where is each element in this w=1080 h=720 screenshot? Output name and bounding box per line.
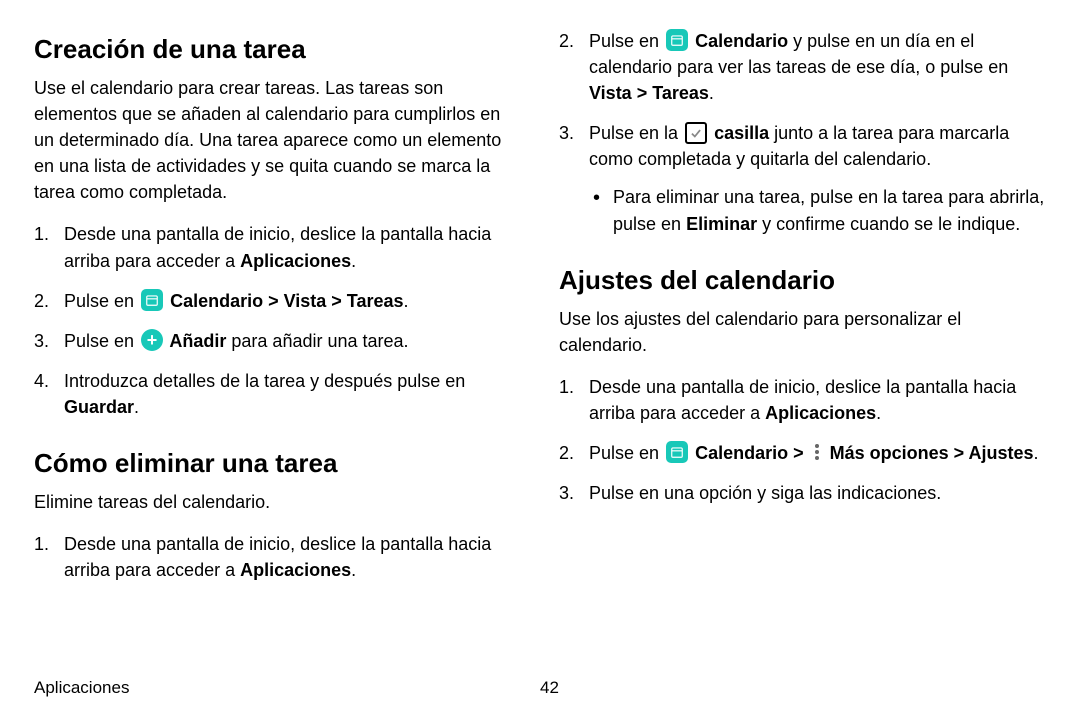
calendar-icon	[666, 441, 688, 463]
calendar-icon	[666, 29, 688, 51]
footer-section-label: Aplicaciones	[34, 678, 540, 698]
step-2: Pulse en Calendario > Más opciones > Aju…	[559, 440, 1046, 466]
step-1: Desde una pantalla de inicio, deslice la…	[34, 221, 521, 273]
substep-1: Para eliminar una tarea, pulse en la tar…	[589, 184, 1046, 236]
step-1: Desde una pantalla de inicio, deslice la…	[559, 374, 1046, 426]
calendar-icon	[141, 289, 163, 311]
step-2: Pulse en Calendario > Vista > Tareas.	[34, 288, 521, 314]
section-create-task: Creación de una tarea Use el calendario …	[34, 34, 521, 420]
step-3: Pulse en + Añadir para añadir una tarea.	[34, 328, 521, 354]
more-options-icon	[811, 441, 823, 463]
add-icon: +	[141, 329, 163, 351]
section-calendar-settings: Ajustes del calendario Use los ajustes d…	[559, 265, 1046, 507]
section-delete-task: Cómo eliminar una tarea Elimine tareas d…	[34, 448, 521, 583]
heading-calendar-settings: Ajustes del calendario	[559, 265, 1046, 296]
step-4: Introduzca detalles de la tarea y despué…	[34, 368, 521, 420]
heading-create-task: Creación de una tarea	[34, 34, 521, 65]
step-3: Pulse en la casilla junto a la tarea par…	[559, 120, 1046, 236]
steps-delete-task-part2: Pulse en Calendario y pulse en un día en…	[559, 28, 1046, 237]
footer-page-number: 42	[540, 678, 559, 698]
checkbox-icon	[685, 122, 707, 144]
substeps: Para eliminar una tarea, pulse en la tar…	[589, 184, 1046, 236]
heading-delete-task: Cómo eliminar una tarea	[34, 448, 521, 479]
intro-calendar-settings: Use los ajustes del calendario para pers…	[559, 306, 1046, 358]
intro-delete-task: Elimine tareas del calendario.	[34, 489, 521, 515]
step-3: Pulse en una opción y siga las indicacio…	[559, 480, 1046, 506]
steps-create-task: Desde una pantalla de inicio, deslice la…	[34, 221, 521, 420]
steps-calendar-settings: Desde una pantalla de inicio, deslice la…	[559, 374, 1046, 506]
page-footer: Aplicaciones 42	[34, 678, 1046, 698]
step-1: Desde una pantalla de inicio, deslice la…	[34, 531, 521, 583]
intro-create-task: Use el calendario para crear tareas. Las…	[34, 75, 521, 205]
steps-delete-task-part1: Desde una pantalla de inicio, deslice la…	[34, 531, 521, 583]
step-2: Pulse en Calendario y pulse en un día en…	[559, 28, 1046, 106]
section-delete-task-cont: Pulse en Calendario y pulse en un día en…	[559, 28, 1046, 237]
